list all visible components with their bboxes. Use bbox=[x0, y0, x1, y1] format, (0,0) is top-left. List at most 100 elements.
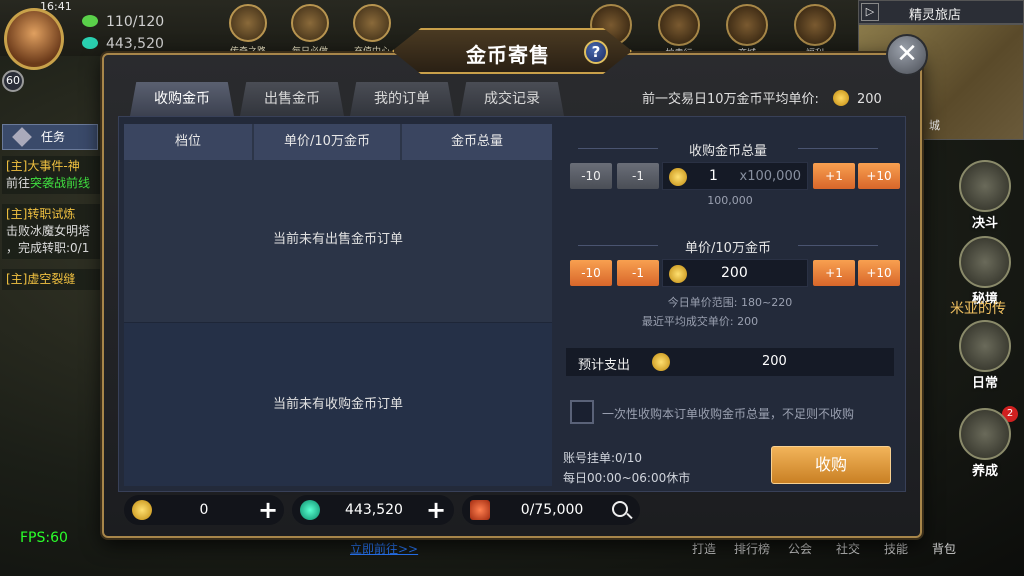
duel-button[interactable]: 决斗 bbox=[950, 160, 1020, 231]
account-orders-count: 账号挂单:0/10 bbox=[563, 451, 642, 465]
buy-all-label: 一次性收购本订单收购金币总量，不足则不收购 bbox=[602, 407, 855, 421]
gem-currency: 443,520 + bbox=[292, 495, 454, 525]
daily-tasks-icon bbox=[291, 4, 329, 42]
player-avatar[interactable] bbox=[4, 8, 64, 70]
quest-tab[interactable]: 任务 bbox=[2, 124, 98, 150]
help-button[interactable]: ? bbox=[584, 40, 608, 64]
daily-icon bbox=[959, 320, 1011, 372]
total-amount-computed: 100,000 bbox=[707, 194, 753, 207]
menu-social[interactable]: 社交 bbox=[824, 540, 872, 557]
total-amount-input[interactable]: 1 x100,000 bbox=[662, 162, 808, 190]
price-minus-10-button[interactable]: -10 bbox=[570, 260, 612, 286]
gems-value: 443,520 bbox=[106, 36, 164, 52]
recharge-icon bbox=[353, 4, 391, 42]
daily-button[interactable]: 日常 bbox=[950, 320, 1020, 391]
develop-label: 养成 bbox=[971, 464, 998, 479]
total-minus-10-button[interactable]: -10 bbox=[570, 163, 612, 189]
price-range-note: 今日单价范围: 180~220 bbox=[667, 296, 793, 309]
previous-day-average-price: 前一交易日10万金币平均单价: 200 bbox=[642, 88, 882, 107]
quest-title: [主]转职试炼 bbox=[6, 207, 76, 221]
menu-forge[interactable]: 打造 bbox=[680, 540, 728, 557]
go-now-link[interactable]: 立即前往>> bbox=[350, 540, 418, 557]
legend-road-button[interactable]: 传奇之路 bbox=[222, 4, 274, 57]
price-plus-10-button[interactable]: +10 bbox=[858, 260, 900, 286]
market-hours: 每日00:00~06:00休市 bbox=[563, 471, 691, 485]
column-unit-price: 单价/10万金币 bbox=[254, 124, 402, 160]
energy-value: 110/120 bbox=[106, 14, 165, 30]
menu-skills[interactable]: 技能 bbox=[872, 540, 920, 557]
gold-coin-icon bbox=[832, 90, 849, 106]
gem-icon bbox=[300, 500, 320, 520]
empty-buy-orders-message: 当前未有收购金币订单 bbox=[124, 322, 552, 486]
gold-coin-icon bbox=[669, 265, 687, 283]
gold-currency: 0 + bbox=[124, 495, 284, 525]
unit-price-title: 单价/10万金币 bbox=[568, 237, 888, 256]
tab-my-orders[interactable]: 我的订单 bbox=[350, 82, 454, 116]
tab-bar: 收购金币 出售金币 我的订单 成交记录 bbox=[130, 82, 564, 116]
total-plus-1-button[interactable]: +1 bbox=[813, 163, 855, 189]
daily-tasks-button[interactable]: 每日必做 bbox=[284, 4, 336, 57]
menu-guild[interactable]: 公会 bbox=[776, 540, 824, 557]
price-minus-1-button[interactable]: -1 bbox=[617, 260, 659, 286]
quest-target-link[interactable]: 突袭战前线 bbox=[30, 176, 90, 190]
menu-ranking[interactable]: 排行榜 bbox=[728, 540, 776, 557]
quest-tab-label: 任务 bbox=[41, 130, 66, 144]
expand-arrow-icon[interactable]: ▷ bbox=[861, 3, 879, 21]
close-button[interactable]: ✕ bbox=[886, 34, 928, 76]
welfare-icon bbox=[794, 4, 836, 46]
tab-trade-history[interactable]: 成交记录 bbox=[460, 82, 564, 116]
empty-sell-orders-message: 当前未有出售金币订单 bbox=[124, 160, 552, 322]
auction-icon bbox=[658, 4, 700, 46]
total-plus-10-button[interactable]: +10 bbox=[858, 163, 900, 189]
unit-price-value: 200 bbox=[721, 265, 748, 281]
scroll-amount: 0/75,000 bbox=[520, 502, 584, 518]
location-bar[interactable]: ▷ 精灵旅店 bbox=[858, 0, 1024, 24]
duel-icon bbox=[959, 160, 1011, 212]
unit-price-input[interactable]: 200 bbox=[662, 259, 808, 287]
minimap-city-label: 城 bbox=[929, 119, 940, 132]
total-minus-1-button[interactable]: -1 bbox=[617, 163, 659, 189]
quest-title: [主]虚空裂缝 bbox=[6, 272, 76, 286]
secret-realm-button[interactable]: 秘境 bbox=[950, 236, 1020, 307]
table-header: 档位 单价/10万金币 金币总量 bbox=[124, 124, 552, 160]
location-name: 精灵旅店 bbox=[909, 8, 962, 23]
total-amount-title: 收购金币总量 bbox=[568, 140, 888, 159]
dialog-title: 金币寄售 bbox=[466, 43, 550, 67]
estimated-cost-label: 预计支出 bbox=[578, 358, 631, 373]
quest-list: [主]大事件-神 前往突袭战前线 [主]转职试炼 击败冰魔女明塔 ，完成转职:0… bbox=[2, 156, 100, 300]
column-gold-total: 金币总量 bbox=[402, 124, 552, 160]
column-tier: 档位 bbox=[124, 124, 254, 160]
add-gems-button[interactable]: + bbox=[426, 496, 446, 524]
buy-all-checkbox[interactable] bbox=[570, 400, 594, 424]
avg-price-label: 前一交易日10万金币平均单价: bbox=[642, 92, 819, 107]
develop-button[interactable]: 养成 bbox=[950, 408, 1020, 479]
top-icon-bar: 传奇之路 每日必做 充值中心 bbox=[222, 4, 398, 57]
recharge-center-button[interactable]: 充值中心 bbox=[346, 4, 398, 57]
auction-button[interactable]: 拍卖行 bbox=[658, 4, 700, 59]
quest-item[interactable]: [主]虚空裂缝 bbox=[2, 269, 100, 290]
shop-icon bbox=[726, 4, 768, 46]
secret-realm-icon bbox=[959, 236, 1011, 288]
side-story-text: 米亚的传 bbox=[950, 301, 1006, 317]
tab-buy-gold[interactable]: 收购金币 bbox=[130, 82, 234, 116]
scroll-currency: 0/75,000 bbox=[462, 495, 640, 525]
bottom-menu: 打造 排行榜 公会 社交 技能 背包 bbox=[680, 540, 968, 557]
buy-button[interactable]: 收购 bbox=[771, 446, 891, 484]
search-icon[interactable] bbox=[612, 501, 628, 517]
quest-item[interactable]: [主]转职试炼 击败冰魔女明塔 ，完成转职:0/1 bbox=[2, 204, 100, 259]
legend-road-icon bbox=[229, 4, 267, 42]
gold-coin-icon bbox=[669, 168, 687, 186]
price-plus-1-button[interactable]: +1 bbox=[813, 260, 855, 286]
avg-price-value: 200 bbox=[856, 92, 882, 107]
quest-item[interactable]: [主]大事件-神 前往突袭战前线 bbox=[2, 156, 100, 194]
add-gold-button[interactable]: + bbox=[258, 496, 278, 524]
shop-button[interactable]: 商城 bbox=[726, 4, 768, 59]
tab-sell-gold[interactable]: 出售金币 bbox=[240, 82, 344, 116]
welfare-button[interactable]: 福利 bbox=[794, 4, 836, 59]
quest-text: 前往 bbox=[6, 176, 31, 190]
energy-display: 110/120 bbox=[82, 14, 164, 30]
total-amount-value: 1 bbox=[709, 168, 718, 184]
account-info: 账号挂单:0/10 每日00:00~06:00休市 bbox=[563, 448, 690, 488]
menu-backpack[interactable]: 背包 bbox=[920, 540, 968, 557]
gems-display: 443,520 bbox=[82, 36, 164, 52]
